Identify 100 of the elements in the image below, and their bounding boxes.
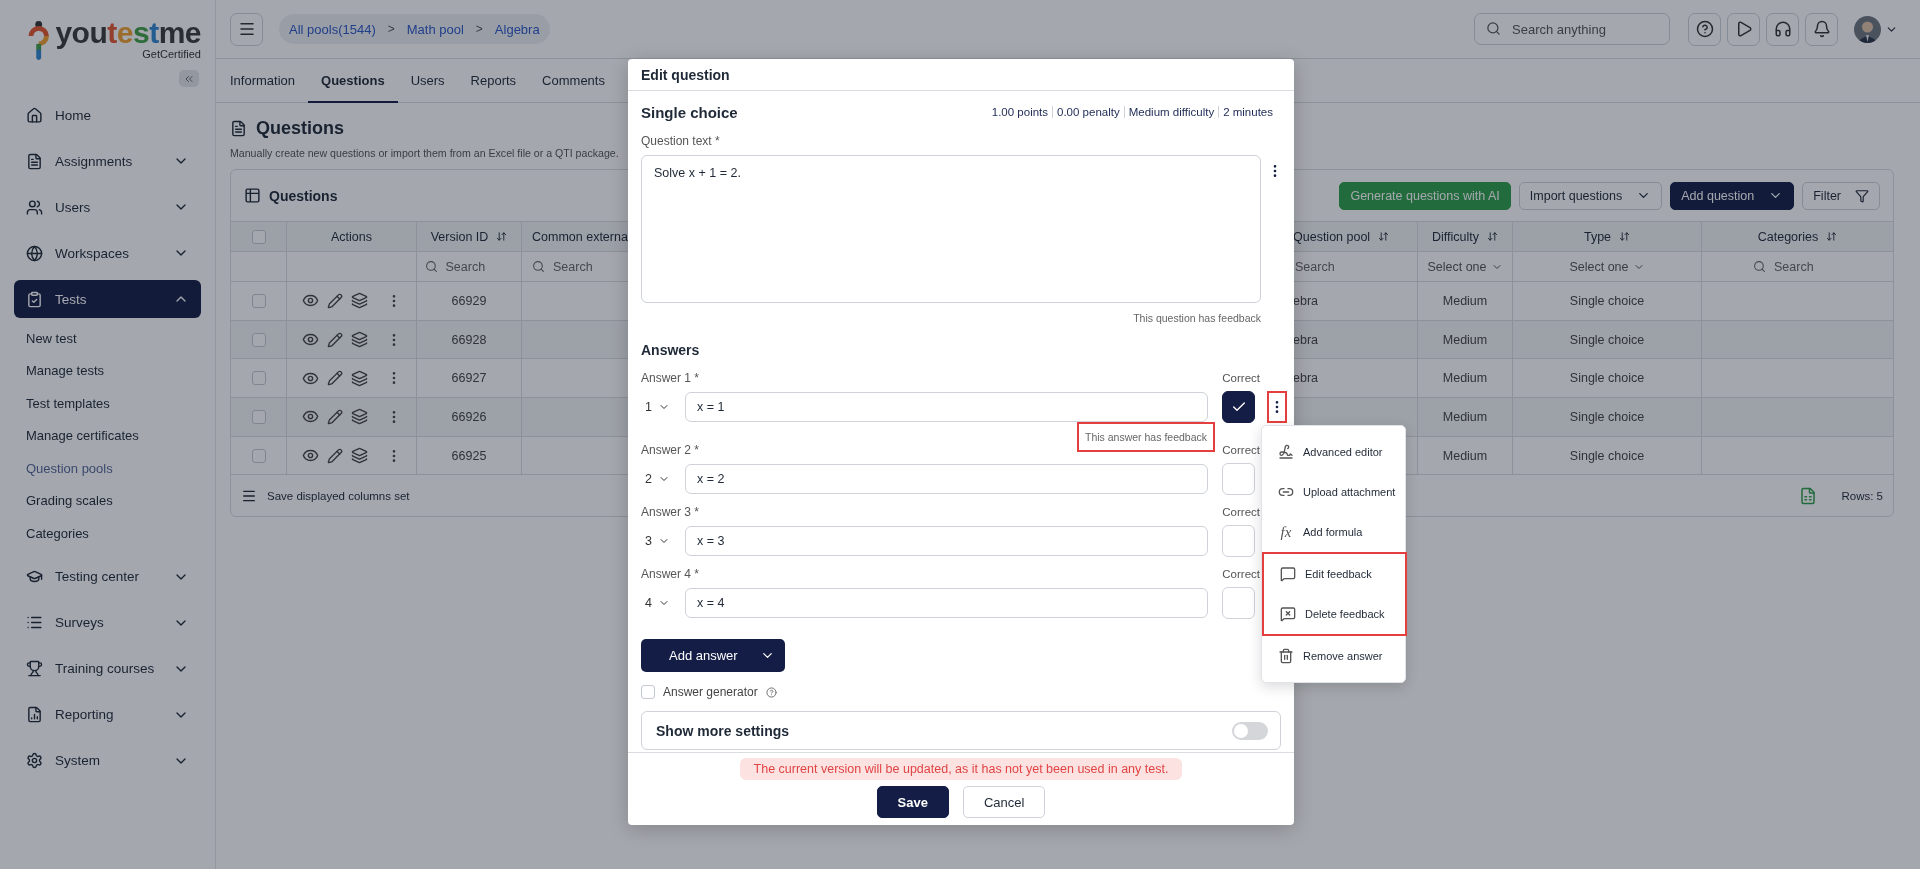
layers-icon[interactable] — [350, 447, 368, 465]
nav-item[interactable]: Users — [14, 188, 201, 226]
answer-field[interactable]: x = 2 — [685, 464, 1208, 494]
column-header[interactable]: Difficulty — [1432, 229, 1479, 244]
menu-item[interactable]: Upload attachment — [1262, 472, 1405, 512]
question-meta: 0.00 penalty — [1052, 106, 1124, 118]
tab[interactable]: Comments — [529, 59, 618, 103]
layers-icon[interactable] — [350, 369, 368, 387]
settings-toggle[interactable] — [1232, 721, 1268, 740]
breadcrumb-link[interactable]: Math pool — [406, 21, 464, 37]
nav-item[interactable]: Home — [14, 96, 201, 134]
row-count: Rows: 5 — [1841, 489, 1883, 502]
column-header: Actions — [331, 229, 372, 244]
correct-checkbox[interactable] — [1222, 391, 1255, 423]
layers-icon[interactable] — [350, 408, 368, 426]
nav-subitem[interactable]: Manage tests — [14, 354, 201, 387]
menu-button[interactable] — [230, 12, 263, 46]
help-button[interactable] — [1688, 12, 1721, 46]
menu-item[interactable]: fx Add formula — [1262, 512, 1405, 552]
pencil-icon[interactable] — [326, 292, 343, 309]
tab[interactable]: Reports — [457, 59, 530, 103]
save-button[interactable]: Save — [876, 786, 949, 818]
nav-icon — [26, 198, 43, 216]
pencil-icon[interactable] — [326, 447, 343, 464]
cancel-button[interactable]: Cancel — [962, 786, 1046, 818]
nav-item[interactable]: Testing center — [14, 557, 201, 596]
order-select[interactable]: 4 — [641, 596, 685, 610]
nav-item[interactable]: Reporting — [14, 695, 201, 734]
play-button[interactable] — [1727, 12, 1760, 46]
trash-icon — [1278, 648, 1294, 664]
row-checkbox[interactable] — [251, 409, 266, 424]
row-checkbox[interactable] — [251, 448, 266, 463]
column-search-field[interactable]: Search — [1293, 258, 1363, 275]
layers-icon[interactable] — [350, 292, 368, 310]
column-search-field[interactable]: Search — [1772, 258, 1842, 275]
nav-subitem[interactable]: Categories — [14, 517, 201, 550]
save-columns-button[interactable]: Save displayed columns set — [241, 487, 410, 504]
notifications-button[interactable] — [1805, 12, 1838, 46]
sort-icon[interactable] — [1487, 231, 1498, 242]
menu-item[interactable]: Remove answer — [1262, 636, 1405, 676]
answer-generator-checkbox[interactable] — [641, 685, 655, 699]
select-all-checkbox[interactable] — [251, 229, 266, 244]
toolbar-button[interactable]: Add question — [1670, 181, 1795, 210]
pencil-icon[interactable] — [326, 408, 343, 425]
column-header[interactable]: Question pool — [1293, 229, 1371, 244]
row-checkbox[interactable] — [251, 293, 266, 308]
sort-icon[interactable] — [1378, 231, 1390, 242]
nav-item[interactable]: Workspaces — [14, 234, 201, 272]
search-field[interactable]: Search anything — [1474, 13, 1670, 45]
question-meta: 1.00 points — [990, 106, 1050, 118]
tab[interactable]: Questions — [308, 59, 398, 103]
tab[interactable]: Users — [397, 59, 458, 103]
nav-item[interactable]: Training courses — [14, 649, 201, 688]
column-search-field[interactable]: Search — [551, 258, 621, 275]
menu-item[interactable]: Advanced editor — [1262, 432, 1405, 472]
pencil-icon[interactable] — [326, 370, 343, 387]
layers-icon[interactable] — [350, 331, 368, 349]
nav-item[interactable]: Tests — [14, 280, 201, 318]
column-header[interactable]: Categories — [1757, 229, 1819, 244]
warning-message: The current version will be updated, as it has not yet been used in any test. — [739, 758, 1183, 780]
column-header[interactable]: Type — [1583, 229, 1612, 244]
column-filter-select[interactable]: Select one — [1427, 259, 1503, 274]
nav-subitem[interactable]: Manage certificates — [14, 419, 201, 452]
menu-item[interactable]: Edit feedback — [1264, 554, 1405, 594]
nav-subitem[interactable]: Question pools — [14, 452, 201, 485]
question-text-field[interactable]: Solve x + 1 = 2. — [641, 155, 1261, 303]
answer-field[interactable]: x = 4 — [685, 588, 1208, 618]
more-button[interactable] — [1267, 391, 1287, 423]
pencil-icon[interactable] — [326, 331, 343, 348]
nav-item[interactable]: System — [14, 741, 201, 780]
menu-item[interactable]: Delete feedback — [1264, 594, 1405, 634]
row-checkbox[interactable] — [251, 332, 266, 347]
answer-field[interactable]: x = 1 — [685, 392, 1208, 422]
order-select[interactable]: 1 — [641, 400, 685, 414]
column-search-field[interactable]: Search — [443, 258, 514, 275]
order-select[interactable]: 3 — [641, 534, 685, 548]
row-checkbox[interactable] — [251, 371, 266, 386]
toolbar-button[interactable]: Filter — [1802, 181, 1880, 210]
sort-icon[interactable] — [496, 231, 508, 242]
sort-icon[interactable] — [1619, 231, 1631, 242]
table-cell: Medium — [1442, 332, 1488, 347]
field-label: Correct — [1222, 371, 1260, 386]
toolbar-button[interactable]: Import questions — [1518, 181, 1663, 210]
column-header[interactable]: Version ID — [430, 229, 489, 244]
column-filter-select[interactable]: Select one — [1569, 259, 1645, 274]
add-answer-button[interactable]: Add answer — [641, 639, 785, 672]
headphones-button[interactable] — [1766, 12, 1799, 46]
nav-subitem[interactable]: Test templates — [14, 387, 201, 420]
nav-item[interactable]: Assignments — [14, 142, 201, 180]
sort-icon[interactable] — [1826, 231, 1838, 242]
order-select[interactable]: 2 — [641, 472, 685, 486]
breadcrumb-link[interactable]: Algebra — [494, 21, 540, 37]
breadcrumb-link[interactable]: All pools(1544) — [289, 21, 376, 37]
nav-item[interactable]: Surveys — [14, 603, 201, 642]
tab[interactable]: Information — [217, 59, 309, 103]
help-icon — [1695, 20, 1714, 38]
nav-subitem[interactable]: New test — [14, 322, 201, 355]
answer-field[interactable]: x = 3 — [685, 526, 1208, 556]
spreadsheet-icon[interactable] — [1799, 486, 1818, 505]
nav-subitem[interactable]: Grading scales — [14, 484, 201, 517]
